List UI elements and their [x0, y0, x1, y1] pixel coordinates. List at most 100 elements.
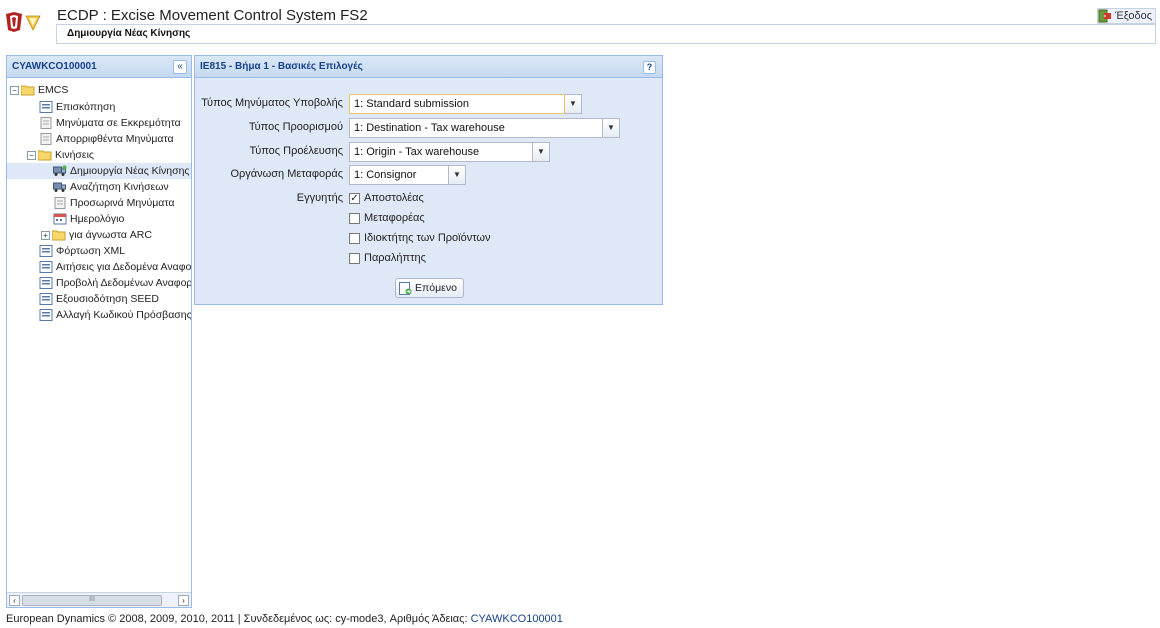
form-icon — [39, 261, 53, 273]
tree-node-label: Ημερολόγιο — [70, 213, 125, 225]
guarantor-option-label: Ιδιοκτήτης των Προϊόντων — [364, 232, 491, 244]
tree-node-pending-messages[interactable]: Μηνύματα σε Εκκρεμότητα — [39, 115, 181, 131]
logout-button[interactable]: Έξοδος — [1097, 8, 1156, 24]
checkbox-unchecked-icon[interactable] — [349, 252, 360, 264]
tree-node-label: Αναζήτηση Κινήσεων — [70, 181, 169, 193]
navigation-tree: − EMCS Επισκόπηση Μηνύματα σε Εκκρεμότητ… — [7, 80, 191, 590]
origin-type-select[interactable]: 1: Origin - Tax warehouse ▼ — [349, 142, 550, 162]
basic-options-form-panel: IE815 - Βήμα 1 - Βασικές Επιλογές ? Τύπο… — [194, 55, 663, 305]
guarantor-option-label: Αποστολέας — [364, 192, 424, 204]
exit-door-icon — [1098, 9, 1112, 23]
tree-node-label: Δημιουργία Νέας Κίνησης — [70, 165, 190, 177]
navigation-panel: CYAWKCO100001 « − EMCS Επισκόπηση Μηνύμα… — [6, 55, 192, 608]
chevron-down-icon[interactable]: ▼ — [603, 118, 620, 138]
document-icon — [40, 133, 52, 145]
tree-node-emcs[interactable]: − EMCS — [10, 82, 68, 98]
submission-type-select[interactable]: 1: Standard submission ▼ — [349, 94, 582, 114]
logout-label: Έξοδος — [1115, 10, 1152, 22]
page-subtitle: Δημιουργία Νέας Κίνησης — [67, 28, 191, 39]
tree-node-unknown-arc[interactable]: + για άγνωστα ARC — [41, 227, 152, 243]
form-panel-header: IE815 - Βήμα 1 - Βασικές Επιλογές ? — [195, 56, 662, 78]
navigation-panel-header: CYAWKCO100001 « — [7, 56, 191, 78]
footer-copyright-session: European Dynamics © 2008, 2009, 2010, 20… — [6, 613, 471, 625]
tree-node-change-password[interactable]: Αλλαγή Κωδικού Πρόσβασης — [39, 307, 191, 323]
form-icon — [39, 101, 53, 113]
footer-text: European Dynamics © 2008, 2009, 2010, 20… — [6, 613, 563, 625]
form-icon — [39, 293, 53, 305]
submission-type-label: Τύπος Μηνύματος Υποβολής — [201, 97, 343, 109]
scrollbar-thumb[interactable]: III — [22, 595, 162, 606]
next-button-label: Επόμενο — [415, 282, 457, 294]
tree-node-create-movement[interactable]: Δημιουργία Νέας Κίνησης — [7, 163, 191, 179]
horizontal-scrollbar[interactable]: ‹ III › — [7, 592, 191, 607]
guarantor-label: Εγγυητής — [296, 192, 343, 204]
tree-node-rejected-messages[interactable]: Απορριφθέντα Μηνύματα — [39, 131, 174, 147]
folder-icon — [38, 150, 52, 161]
tree-node-label: Εξουσιοδότηση SEED — [56, 293, 160, 305]
tree-node-label: Απορριφθέντα Μηνύματα — [56, 133, 174, 145]
truck-add-icon — [53, 165, 67, 176]
tree-node-reference-data-requests[interactable]: Αιτήσεις για Δεδομένα Αναφοράς — [39, 259, 191, 275]
guarantor-option-label: Παραλήπτης — [364, 252, 426, 264]
tree-node-movements[interactable]: − Κινήσεις — [27, 147, 94, 163]
scroll-right-arrow-icon[interactable]: › — [178, 595, 189, 606]
next-page-icon — [399, 281, 412, 295]
form-icon — [39, 245, 53, 257]
destination-type-select[interactable]: 1: Destination - Tax warehouse ▼ — [349, 118, 620, 138]
document-icon — [40, 117, 52, 129]
destination-type-value[interactable]: 1: Destination - Tax warehouse — [349, 118, 603, 138]
scroll-left-arrow-icon[interactable]: ‹ — [9, 595, 20, 606]
guarantor-option-transporter[interactable]: Μεταφορέας — [349, 212, 425, 224]
tree-node-label: Αιτήσεις για Δεδομένα Αναφοράς — [56, 261, 191, 273]
app-footer: European Dynamics © 2008, 2009, 2010, 20… — [0, 610, 1160, 628]
tree-node-upload-xml[interactable]: Φόρτωση XML — [39, 243, 125, 259]
chevron-down-icon[interactable]: ▼ — [565, 94, 582, 114]
guarantor-option-goods-owner[interactable]: Ιδιοκτήτης των Προϊόντων — [349, 232, 491, 244]
guarantor-option-label: Μεταφορέας — [364, 212, 425, 224]
chevron-down-icon[interactable]: ▼ — [533, 142, 550, 162]
footer-license-number: CYAWKCO100001 — [470, 613, 563, 625]
cyprus-emblem-logo — [6, 12, 41, 32]
tree-node-view-reference-data[interactable]: Προβολή Δεδομένων Αναφοράς — [39, 275, 191, 291]
checkbox-unchecked-icon[interactable] — [349, 232, 360, 244]
app-header: ECDP : Excise Movement Control System FS… — [0, 0, 1160, 50]
submission-type-value[interactable]: 1: Standard submission — [349, 94, 565, 114]
app-title: ECDP : Excise Movement Control System FS… — [57, 7, 368, 24]
tree-node-search-movements[interactable]: Αναζήτηση Κινήσεων — [53, 179, 169, 195]
tree-node-draft-messages[interactable]: Προσωρινά Μηνύματα — [53, 195, 174, 211]
next-button[interactable]: Επόμενο — [395, 278, 464, 298]
truck-search-icon — [53, 182, 66, 192]
folder-icon — [21, 85, 35, 96]
form-icon — [39, 309, 53, 321]
transport-arrangement-label: Οργάνωση Μεταφοράς — [230, 168, 343, 180]
transport-arrangement-value[interactable]: 1: Consignor — [349, 165, 449, 185]
help-button[interactable]: ? — [643, 61, 656, 74]
folder-icon — [52, 230, 66, 241]
checkbox-unchecked-icon[interactable] — [349, 212, 360, 224]
tree-toggle-icon[interactable]: − — [27, 150, 36, 160]
checkbox-checked-icon[interactable]: ✓ — [349, 192, 360, 204]
tree-node-label: για άγνωστα ARC — [69, 229, 152, 241]
calendar-icon — [53, 213, 67, 225]
document-icon — [54, 197, 66, 209]
destination-type-label: Τύπος Προορισμού — [248, 121, 343, 133]
tree-node-seed-authorisation[interactable]: Εξουσιοδότηση SEED — [39, 291, 159, 307]
form-icon — [39, 277, 53, 289]
transport-arrangement-select[interactable]: 1: Consignor ▼ — [349, 165, 466, 185]
tree-node-label: Αλλαγή Κωδικού Πρόσβασης — [56, 309, 191, 321]
tree-node-label: Μηνύματα σε Εκκρεμότητα — [56, 117, 181, 129]
origin-type-value[interactable]: 1: Origin - Tax warehouse — [349, 142, 533, 162]
tree-toggle-icon[interactable]: − — [10, 85, 19, 95]
tree-node-label: Επισκόπηση — [56, 101, 116, 113]
collapse-panel-button[interactable]: « — [173, 60, 187, 74]
form-panel-title: IE815 - Βήμα 1 - Βασικές Επιλογές — [200, 61, 363, 72]
page-subtitle-bar: Δημιουργία Νέας Κίνησης — [56, 24, 1156, 44]
tree-node-label: Κινήσεις — [55, 149, 94, 161]
tree-toggle-icon[interactable]: + — [41, 230, 50, 240]
guarantor-option-consignor[interactable]: ✓ Αποστολέας — [349, 192, 424, 204]
guarantor-option-consignee[interactable]: Παραλήπτης — [349, 252, 426, 264]
chevron-down-icon[interactable]: ▼ — [449, 165, 466, 185]
tree-node-label: Προσωρινά Μηνύματα — [70, 197, 175, 209]
tree-node-calendar[interactable]: Ημερολόγιο — [53, 211, 124, 227]
tree-node-overview[interactable]: Επισκόπηση — [39, 99, 115, 115]
